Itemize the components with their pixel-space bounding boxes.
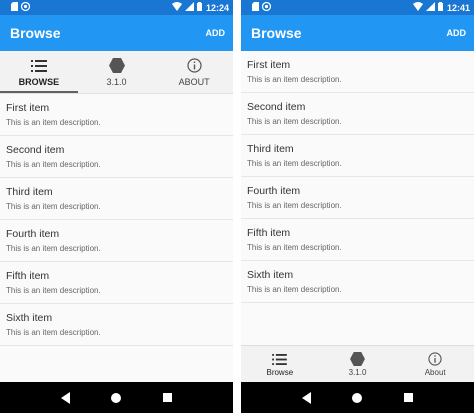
item-name: Third item xyxy=(247,143,294,155)
item-name: Second item xyxy=(247,101,306,113)
info-icon xyxy=(187,58,202,74)
list-item[interactable]: Fourth item This is an item description. xyxy=(0,220,233,262)
sim-icon xyxy=(252,2,259,13)
item-name: Fourth item xyxy=(247,185,301,197)
tab-version[interactable]: 3.1.0 xyxy=(78,51,156,93)
wifi-icon xyxy=(412,2,423,13)
back-icon[interactable] xyxy=(301,391,311,404)
item-name: Fourth item xyxy=(6,228,60,240)
page-title: Browse xyxy=(10,25,61,41)
list-item[interactable]: Fifth item This is an item description. xyxy=(0,262,233,304)
item-description: This is an item description. xyxy=(247,159,342,168)
list-icon xyxy=(30,58,47,74)
tab-label: BROWSE xyxy=(18,76,60,87)
item-description: This is an item description. xyxy=(247,285,342,294)
home-icon[interactable] xyxy=(352,392,363,403)
sim-icon xyxy=(11,2,18,13)
status-time: 12:41 xyxy=(446,2,470,13)
list-item[interactable]: Fifth item This is an item description. xyxy=(241,219,474,261)
item-description: This is an item description. xyxy=(247,75,342,84)
list-item[interactable]: Fourth item This is an item description. xyxy=(241,177,474,219)
item-description: This is an item description. xyxy=(6,202,101,211)
recents-icon[interactable] xyxy=(163,393,173,402)
tab-browse[interactable]: Browse xyxy=(241,346,319,383)
item-description: This is an item description. xyxy=(6,118,101,127)
tab-label: 3.1.0 xyxy=(348,368,367,377)
list-item[interactable]: Second item This is an item description. xyxy=(241,93,474,135)
battery-icon xyxy=(196,2,202,13)
item-description: This is an item description. xyxy=(247,201,342,210)
tab-version[interactable]: 3.1.0 xyxy=(319,346,397,383)
hexagon-icon xyxy=(108,58,125,74)
list-item[interactable]: Second item This is an item description. xyxy=(0,136,233,178)
app-bar: Browse ADD xyxy=(241,15,474,51)
system-nav-bar xyxy=(0,382,233,413)
phone-screen-top-tabs: 12:24 Browse ADD BROWSE 3.1.0 ABOUT Firs… xyxy=(0,0,233,413)
home-icon[interactable] xyxy=(111,392,122,403)
item-name: First item xyxy=(6,102,50,114)
item-description: This is an item description. xyxy=(247,243,342,252)
tab-label: About xyxy=(424,368,446,377)
item-description: This is an item description. xyxy=(6,160,101,169)
item-name: Second item xyxy=(6,144,65,156)
list-item[interactable]: Sixth item This is an item description. xyxy=(0,304,233,346)
list-item[interactable]: First item This is an item description. xyxy=(0,94,233,136)
tab-label: 3.1.0 xyxy=(106,76,127,87)
top-tab-bar: BROWSE 3.1.0 ABOUT xyxy=(0,51,233,94)
status-bar: 12:41 xyxy=(241,0,474,15)
item-list: First item This is an item description. S… xyxy=(0,94,233,346)
notification-icon xyxy=(261,1,272,13)
bottom-tab-bar: Browse 3.1.0 About xyxy=(241,345,474,383)
tab-label: ABOUT xyxy=(178,76,210,87)
signal-icon xyxy=(425,2,435,13)
system-nav-bar xyxy=(241,382,474,413)
list-icon xyxy=(272,352,288,366)
info-icon xyxy=(428,352,442,366)
item-name: First item xyxy=(247,59,291,71)
tab-label: Browse xyxy=(266,368,294,377)
page-title: Browse xyxy=(251,25,302,41)
notification-icon xyxy=(20,1,31,13)
status-bar: 12:24 xyxy=(0,0,233,15)
add-button[interactable]: ADD xyxy=(206,28,226,38)
back-icon[interactable] xyxy=(60,391,70,404)
phone-screen-bottom-tabs: 12:41 Browse ADD First item This is an it… xyxy=(241,0,474,413)
list-item[interactable]: Third item This is an item description. xyxy=(0,178,233,220)
list-item[interactable]: Third item This is an item description. xyxy=(241,135,474,177)
status-time: 12:24 xyxy=(205,2,229,13)
list-item[interactable]: Sixth item This is an item description. xyxy=(241,261,474,303)
add-button[interactable]: ADD xyxy=(447,28,467,38)
list-item[interactable]: First item This is an item description. xyxy=(241,51,474,93)
signal-icon xyxy=(184,2,194,13)
item-name: Third item xyxy=(6,186,53,198)
item-description: This is an item description. xyxy=(6,286,101,295)
battery-icon xyxy=(437,2,443,13)
recents-icon[interactable] xyxy=(404,393,414,402)
app-bar: Browse ADD xyxy=(0,15,233,51)
item-description: This is an item description. xyxy=(6,244,101,253)
item-name: Sixth item xyxy=(247,269,294,281)
item-name: Fifth item xyxy=(6,270,50,282)
item-description: This is an item description. xyxy=(247,117,342,126)
hexagon-icon xyxy=(350,352,365,366)
wifi-icon xyxy=(171,2,182,13)
item-name: Fifth item xyxy=(247,227,291,239)
item-description: This is an item description. xyxy=(6,328,101,337)
tab-browse[interactable]: BROWSE xyxy=(0,51,78,93)
tab-about[interactable]: ABOUT xyxy=(155,51,233,93)
item-list: First item This is an item description. S… xyxy=(241,51,474,303)
item-name: Sixth item xyxy=(6,312,53,324)
tab-about[interactable]: About xyxy=(396,346,474,383)
